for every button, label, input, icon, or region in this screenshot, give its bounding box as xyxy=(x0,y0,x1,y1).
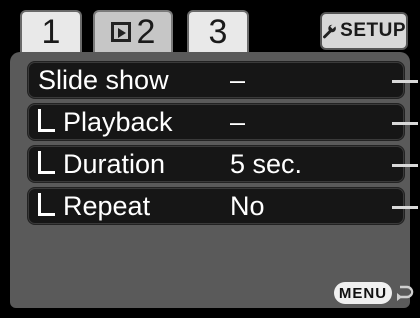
tab-3[interactable]: 3 xyxy=(187,10,249,52)
row-label: Playback xyxy=(63,106,173,137)
row-value: 5 sec. xyxy=(230,148,303,179)
row-value: No xyxy=(230,190,265,221)
menu-label: MENU xyxy=(338,284,388,302)
tab-2-label: 2 xyxy=(136,12,156,51)
menu-row-slide-show[interactable]: Slide show – xyxy=(28,62,404,98)
menu-button[interactable]: MENU xyxy=(334,282,392,304)
sub-item-corner-icon xyxy=(38,192,55,216)
tab-setup[interactable]: SETUP xyxy=(320,12,408,50)
playback-frame-icon xyxy=(110,22,131,42)
row-connector xyxy=(392,80,418,83)
menu-row-playback[interactable]: Playback – xyxy=(28,104,404,140)
row-connector xyxy=(392,206,418,209)
row-label-group: Duration xyxy=(38,149,165,180)
tab-1-label: 1 xyxy=(41,12,61,51)
sub-item-corner-icon xyxy=(38,150,55,174)
row-connector xyxy=(392,122,418,125)
row-label-group: Playback xyxy=(38,107,173,138)
tab-playback-2[interactable]: 2 xyxy=(93,10,173,52)
row-label: Slide show xyxy=(38,64,169,95)
row-label-group: Repeat xyxy=(38,191,150,222)
footer-bar: MENU xyxy=(0,270,420,306)
row-value: – xyxy=(230,106,246,137)
menu-row-duration[interactable]: Duration 5 sec. xyxy=(28,146,404,182)
tab-setup-label: SETUP xyxy=(340,20,406,41)
row-connector xyxy=(392,164,418,167)
wrench-icon xyxy=(323,23,336,39)
tab-1[interactable]: 1 xyxy=(20,10,82,52)
sub-item-corner-icon xyxy=(38,108,55,132)
row-label: Repeat xyxy=(63,190,151,221)
row-value: – xyxy=(230,64,246,95)
menu-row-repeat[interactable]: Repeat No xyxy=(28,188,404,224)
return-arrow-icon xyxy=(397,285,414,301)
row-label: Duration xyxy=(63,148,166,179)
camera-menu-screen: 1 2 3 SETUP Slide show – Playback – Dura… xyxy=(0,0,420,318)
tab-3-label: 3 xyxy=(208,12,228,51)
